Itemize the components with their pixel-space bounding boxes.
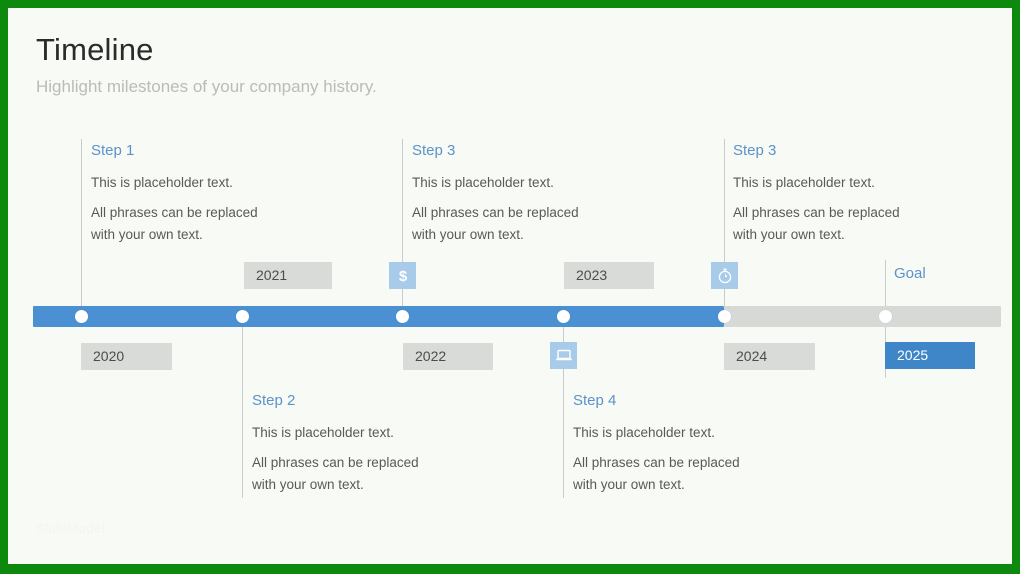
year-chip-2024: 2024	[724, 343, 815, 370]
timeline-marker-6[interactable]	[879, 310, 892, 323]
timeline-marker-4[interactable]	[557, 310, 570, 323]
timeline-marker-1[interactable]	[75, 310, 88, 323]
year-chip-2025: 2025	[885, 342, 975, 369]
timeline-marker-2[interactable]	[236, 310, 249, 323]
step-text-line-3: with your own text.	[733, 227, 845, 242]
step-text-line-2: All phrases can be replaced	[573, 455, 740, 470]
step-block-step-3: Step 3 This is placeholder text. All phr…	[412, 141, 652, 246]
step-text-line-1: This is placeholder text.	[733, 175, 875, 190]
step-text-line-2: All phrases can be replaced	[412, 205, 579, 220]
timeline-marker-5[interactable]	[718, 310, 731, 323]
step-text-line-1: This is placeholder text.	[91, 175, 233, 190]
step-text-line-3: with your own text.	[412, 227, 524, 242]
timeline-bar-completed	[33, 306, 724, 327]
laptop-icon	[550, 342, 577, 369]
step-text-line-1: This is placeholder text.	[412, 175, 554, 190]
step-block-step-4: Step 4 This is placeholder text. All phr…	[573, 391, 813, 496]
step-title: Step 3	[733, 142, 777, 159]
step-text-line-1: This is placeholder text.	[252, 425, 394, 440]
timeline-marker-3[interactable]	[396, 310, 409, 323]
header: Timeline Highlight milestones of your co…	[36, 30, 377, 100]
timeline-bar-remaining	[724, 306, 1001, 327]
page-title: Timeline	[36, 32, 154, 67]
year-chip-2021: 2021	[244, 262, 332, 289]
step-text-line-2: All phrases can be replaced	[733, 205, 900, 220]
year-chip-2022: 2022	[403, 343, 493, 370]
timeline-bar	[33, 306, 1001, 327]
connector-line-step-1	[81, 139, 82, 314]
dollar-icon: $	[389, 262, 416, 289]
watermark: SlideModel	[36, 521, 106, 536]
step-title: Step 3	[412, 142, 456, 159]
year-chip-2020: 2020	[81, 343, 172, 370]
year-chip-2023: 2023	[564, 262, 654, 289]
connector-line-step-2	[242, 318, 243, 498]
step-text-line-2: All phrases can be replaced	[91, 205, 258, 220]
stopwatch-icon	[711, 262, 738, 289]
step-title: Step 1	[91, 142, 135, 159]
step-title: Step 4	[573, 392, 617, 409]
step-text-line-3: with your own text.	[91, 227, 203, 242]
step-text-line-1: This is placeholder text.	[573, 425, 715, 440]
page-subtitle: Highlight milestones of your company his…	[36, 77, 377, 96]
step-block-step-2: Step 2 This is placeholder text. All phr…	[252, 391, 492, 496]
step-text-line-2: All phrases can be replaced	[252, 455, 419, 470]
goal-label: Goal	[894, 265, 926, 282]
step-block-step-1: Step 1 This is placeholder text. All phr…	[91, 141, 331, 246]
step-title: Step 2	[252, 392, 296, 409]
svg-text:$: $	[398, 268, 407, 285]
slide-canvas: Timeline Highlight milestones of your co…	[8, 8, 1012, 564]
step-text-line-3: with your own text.	[252, 477, 364, 492]
step-block-step-5: Step 3 This is placeholder text. All phr…	[733, 141, 973, 246]
slide-frame: Timeline Highlight milestones of your co…	[0, 0, 1020, 574]
step-text-line-3: with your own text.	[573, 477, 685, 492]
